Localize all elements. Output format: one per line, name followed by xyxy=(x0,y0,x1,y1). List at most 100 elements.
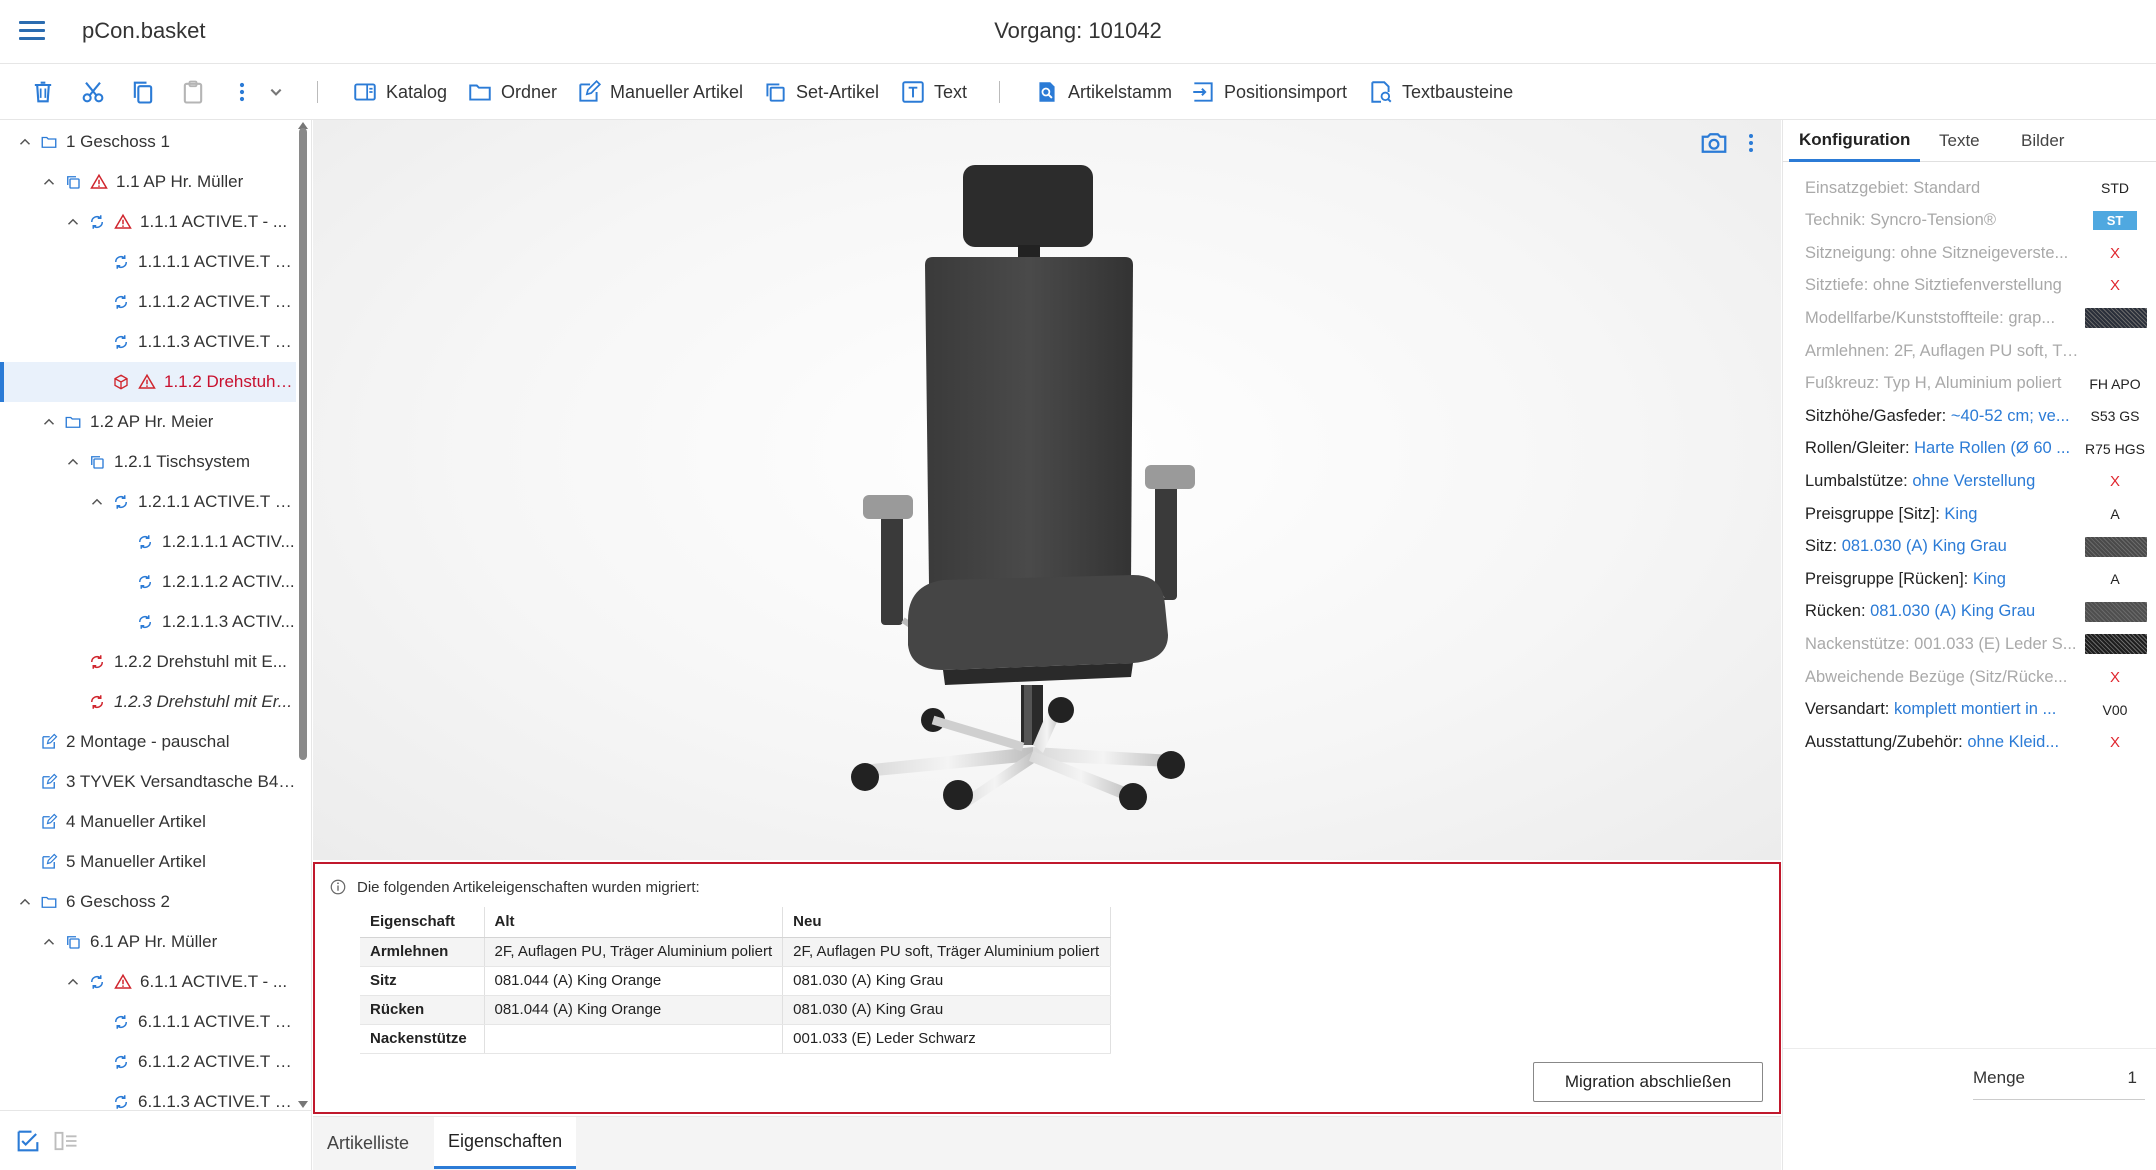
property-row[interactable]: Rollen/Gleiter: Harte Rollen (Ø 60 ... R7… xyxy=(1805,433,2145,465)
scrollbar-thumb[interactable] xyxy=(299,128,307,760)
ordner-button[interactable]: Ordner xyxy=(467,76,557,108)
tab-eigenschaften[interactable]: Eigenschaften xyxy=(434,1117,577,1169)
tree-item[interactable]: 1.2.1.1.1 ACTIV... xyxy=(0,522,296,562)
property-label: Rücken: xyxy=(1805,602,1871,621)
scroll-down-icon[interactable] xyxy=(298,1101,308,1108)
chevron-down-icon[interactable] xyxy=(262,78,290,106)
chevron-up-icon[interactable] xyxy=(88,493,106,511)
chevron-up-icon[interactable] xyxy=(16,133,34,151)
property-value[interactable]: King xyxy=(1973,570,2006,588)
property-value[interactable]: komplett montiert in ... xyxy=(1894,700,2056,718)
property-row[interactable]: Armlehnen: 2F, Auflagen PU soft, Träger … xyxy=(1805,335,2145,367)
tree-item[interactable]: 6.1.1.2 ACTIVE.T - ... xyxy=(0,1042,296,1082)
tree-item[interactable]: 1.2 AP Hr. Meier xyxy=(0,402,296,442)
menge-value[interactable]: 1 xyxy=(2128,1068,2137,1088)
property-value[interactable]: 081.030 (A) King Grau xyxy=(1842,537,2007,555)
tree-item[interactable]: 4 Manueller Artikel xyxy=(0,802,296,842)
property-value[interactable]: King xyxy=(1944,505,1977,523)
migration-abschliessen-button[interactable]: Migration abschließen xyxy=(1533,1062,1763,1102)
cut-icon[interactable] xyxy=(79,78,107,106)
tree-item[interactable]: 1.2.1.1.3 ACTIV... xyxy=(0,602,296,642)
property-row[interactable]: Versandart: komplett montiert in ... V00 xyxy=(1805,694,2145,726)
menge-field[interactable]: Menge 1 xyxy=(1973,1056,2145,1100)
property-row[interactable]: Sitztiefe: ohne Sitztiefenverstellung X xyxy=(1805,270,2145,302)
tree-item[interactable]: 6 Geschoss 2 xyxy=(0,882,296,922)
tree-item[interactable]: 1.1.2 Drehstuhl mi... xyxy=(0,362,296,402)
copy-icon[interactable] xyxy=(129,78,157,106)
property-row[interactable]: Ausstattung/Zubehör: ohne Kleid... X xyxy=(1805,726,2145,758)
property-value[interactable]: Harte Rollen (Ø 60 ... xyxy=(1914,439,2070,457)
tree-item[interactable]: 5 Manueller Artikel xyxy=(0,842,296,882)
property-row[interactable]: Lumbalstütze: ohne Verstellung X xyxy=(1805,465,2145,497)
property-row[interactable]: Einsatzgebiet: Standard STD xyxy=(1805,172,2145,204)
tree-item[interactable]: 1.1.1 ACTIVE.T - ... xyxy=(0,202,296,242)
property-row[interactable]: Sitzneigung: ohne Sitzneigeverste... X xyxy=(1805,237,2145,269)
property-value: grap... xyxy=(2008,308,2056,327)
chevron-up-icon[interactable] xyxy=(64,213,82,231)
more-vertical-icon[interactable] xyxy=(1739,128,1763,158)
property-row[interactable]: Nackenstütze: 001.033 (E) Leder S... xyxy=(1805,628,2147,660)
tree-item[interactable]: 1.2.2 Drehstuhl mit E... xyxy=(0,642,296,682)
property-row[interactable]: Preisgruppe [Rücken]: King A xyxy=(1805,563,2145,595)
property-row[interactable]: Sitz: 081.030 (A) King Grau xyxy=(1805,531,2147,563)
tree-item[interactable]: 1.1 AP Hr. Müller xyxy=(0,162,296,202)
tree-item[interactable]: 1.2.1.1.2 ACTIV... xyxy=(0,562,296,602)
tree-item[interactable]: 1 Geschoss 1 xyxy=(0,122,296,162)
paste-icon[interactable] xyxy=(179,78,207,106)
chevron-up-icon[interactable] xyxy=(40,413,58,431)
tree-item[interactable]: 1.2.3 Drehstuhl mit Er... xyxy=(0,682,296,722)
tree-scrollbar[interactable] xyxy=(296,120,310,1110)
tree-item[interactable]: 6.1.1.1 ACTIVE.T - ... xyxy=(0,1002,296,1042)
property-row[interactable]: Preisgruppe [Sitz]: King A xyxy=(1805,498,2145,530)
tree-item[interactable]: 6.1.1.3 ACTIVE.T - ... xyxy=(0,1082,296,1110)
tree-item[interactable]: 1.1.1.3 ACTIVE.T - ... xyxy=(0,322,296,362)
chevron-up-icon[interactable] xyxy=(40,173,58,191)
chevron-up-icon[interactable] xyxy=(40,933,58,951)
positionsimport-button[interactable]: Positionsimport xyxy=(1190,76,1347,108)
table-row: Rücken 081.044 (A) King Orange 081.030 (… xyxy=(360,995,1112,1025)
tree-item[interactable]: 6.1 AP Hr. Müller xyxy=(0,922,296,962)
text-button[interactable]: Text xyxy=(900,76,967,108)
tab-artikelliste[interactable]: Artikelliste xyxy=(313,1117,423,1169)
tab-texte[interactable]: Texte xyxy=(1929,120,1990,162)
table-cell: Sitz xyxy=(360,966,485,996)
property-value[interactable]: ohne Kleid... xyxy=(1967,733,2059,751)
property-row[interactable]: Sitzhöhe/Gasfeder: ~40-52 cm; ve... S53 G… xyxy=(1805,400,2145,432)
delete-icon[interactable] xyxy=(29,78,57,106)
tree-item[interactable]: 6.1.1 ACTIVE.T - ... xyxy=(0,962,296,1002)
checklist-edit-icon[interactable] xyxy=(14,1127,42,1155)
property-row[interactable]: Abweichende Bezüge (Sitz/Rücke... X xyxy=(1805,661,2145,693)
set-artikel-button[interactable]: Set-Artikel xyxy=(762,76,879,108)
textbausteine-button[interactable]: Textbausteine xyxy=(1368,76,1513,108)
chevron-up-icon[interactable] xyxy=(64,453,82,471)
camera-icon[interactable] xyxy=(1699,128,1729,158)
tree-item[interactable]: 3 TYVEK Versandtasche B4 ... xyxy=(0,762,296,802)
tab-bilder[interactable]: Bilder xyxy=(2011,120,2074,162)
property-row[interactable]: Fußkreuz: Typ H, Aluminium poliert FH APO xyxy=(1805,368,2145,400)
list-filter-icon[interactable] xyxy=(52,1127,80,1155)
tree-item-label: 3 TYVEK Versandtasche B4 ... xyxy=(66,772,296,791)
property-value[interactable]: 081.030 (A) King Grau xyxy=(1870,602,2035,620)
tree-item[interactable]: 1.2.1.1 ACTIVE.T - ... xyxy=(0,482,296,522)
tree-item[interactable]: 1.1.1.2 ACTIVE.T - ... xyxy=(0,282,296,322)
more-vertical-icon[interactable] xyxy=(228,78,256,106)
chevron-up-icon[interactable] xyxy=(16,893,34,911)
property-row[interactable]: Modellfarbe/Kunststoffteile: grap... xyxy=(1805,302,2147,334)
manueller-artikel-button[interactable]: Manueller Artikel xyxy=(576,76,743,108)
property-row[interactable]: Rücken: 081.030 (A) King Grau xyxy=(1805,596,2147,628)
property-text: Preisgruppe [Rücken]: King xyxy=(1805,570,2081,589)
property-value[interactable]: ~40-52 cm; ve... xyxy=(1951,407,2070,425)
katalog-button[interactable]: Katalog xyxy=(352,76,447,108)
artikelstamm-button[interactable]: Artikelstamm xyxy=(1034,76,1172,108)
chevron-up-icon[interactable] xyxy=(64,973,82,991)
sync-icon xyxy=(112,492,132,512)
tab-konfiguration[interactable]: Konfiguration xyxy=(1789,120,1921,162)
property-row[interactable]: Technik: Syncro-Tension® ST xyxy=(1805,205,2145,237)
3d-viewport[interactable] xyxy=(313,120,1781,860)
tree-item[interactable]: 1.1.1.1 ACTIVE.T - ... xyxy=(0,242,296,282)
property-text: Abweichende Bezüge (Sitz/Rücke... xyxy=(1805,668,2081,687)
property-value[interactable]: ohne Verstellung xyxy=(1912,472,2035,490)
property-value: 2F, Auflagen PU soft, Träger Al... xyxy=(1893,341,2081,360)
tree-item[interactable]: 2 Montage - pauschal xyxy=(0,722,296,762)
tree-item[interactable]: 1.2.1 Tischsystem xyxy=(0,442,296,482)
